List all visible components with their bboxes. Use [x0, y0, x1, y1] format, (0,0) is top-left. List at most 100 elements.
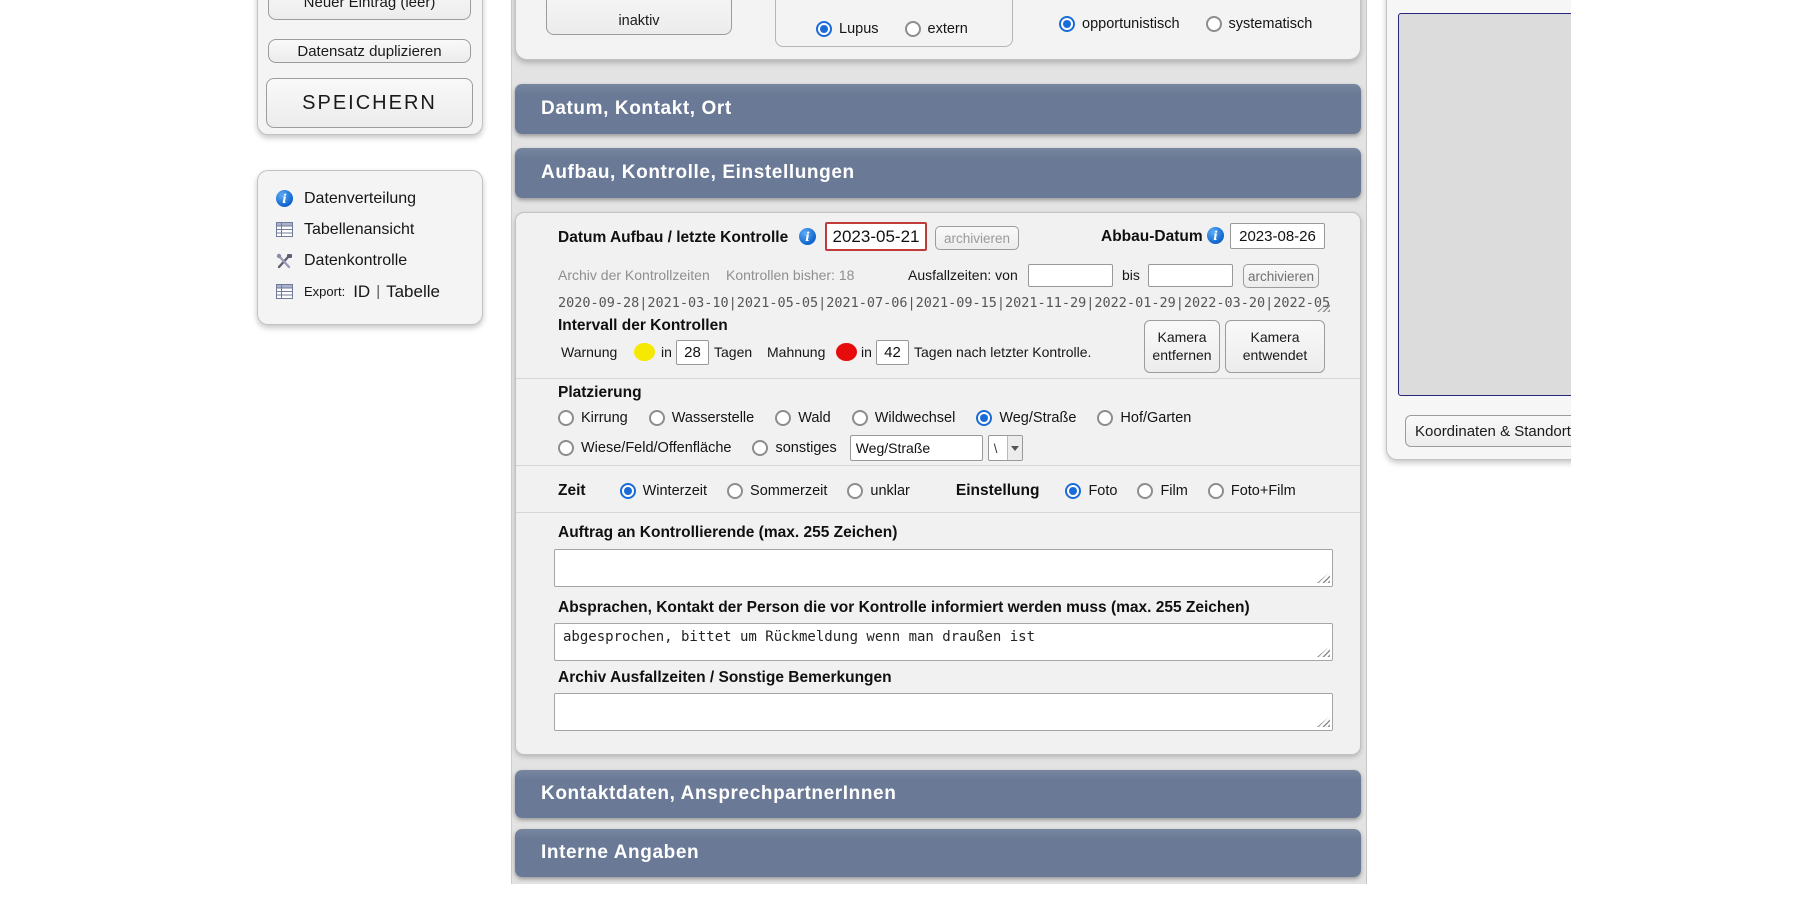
duplicate-record-button[interactable]: Datensatz duplizieren [268, 39, 471, 63]
teardown-date-input[interactable] [1230, 223, 1325, 249]
foto-label: Foto [1088, 483, 1117, 499]
absprachen-textarea-wrap: abgesprochen, bittet um Rückmeldung wenn… [554, 623, 1333, 661]
menu-item-tabellenansicht[interactable]: Tabellenansicht [276, 214, 482, 245]
kirrung-radio[interactable] [558, 410, 574, 426]
interval-title: Intervall der Kontrollen [558, 317, 728, 335]
menu-label: Datenkontrolle [304, 252, 407, 270]
section-bar-label: Interne Angaben [541, 842, 699, 864]
export-table-link[interactable]: Tabelle [386, 282, 440, 302]
archiv-textarea-wrap [554, 693, 1333, 731]
tools-icon [276, 253, 293, 269]
placement-dropdown[interactable]: \ [988, 435, 1023, 461]
inactive-button[interactable]: inaktiv [546, 0, 732, 35]
warning-days-input[interactable] [676, 340, 709, 365]
sommerzeit-radio[interactable] [727, 483, 743, 499]
section-bar-label: Aufbau, Kontrolle, Einstellungen [541, 162, 855, 184]
option-wildwechsel: Wildwechsel [852, 410, 956, 426]
downtime-from-label: Ausfallzeiten: von [908, 267, 1018, 283]
kirrung-label: Kirrung [581, 410, 628, 426]
info-icon[interactable] [799, 228, 816, 245]
coordinates-location-button[interactable]: Koordinaten & Standort [1405, 415, 1571, 447]
export-id-link[interactable]: ID [353, 282, 370, 302]
menu-label: Datenverteilung [304, 190, 416, 208]
placement-row-2: Wiese/Feld/Offenfläche sonstiges \ [558, 435, 1023, 461]
section-bar-aufbau[interactable]: Aufbau, Kontrolle, Einstellungen [515, 148, 1361, 198]
app-viewport: Neuer Eintrag (leer) Datensatz duplizier… [0, 0, 1571, 902]
reminder-days-input[interactable] [876, 340, 909, 365]
section-bar-label: Kontaktdaten, AnsprechpartnerInnen [541, 783, 896, 805]
absprachen-textarea[interactable]: abgesprochen, bittet um Rückmeldung wenn… [554, 623, 1333, 661]
section-bar-interne-angaben[interactable]: Interne Angaben [515, 829, 1361, 877]
archive-date-button[interactable]: archivieren [935, 226, 1019, 250]
auftrag-label: Auftrag an Kontrollierende (max. 255 Zei… [558, 524, 897, 542]
downtime-bis-label: bis [1122, 267, 1140, 283]
control-archive-link[interactable]: Archiv der Kontrollzeiten [558, 267, 710, 283]
wildwechsel-radio[interactable] [852, 410, 868, 426]
save-button[interactable]: SPEICHERN [266, 78, 473, 128]
option-foto: Foto [1065, 483, 1117, 499]
lupus-radio[interactable] [816, 21, 832, 37]
placement-row-1: Kirrung Wasserstelle Wald Wildwechsel We… [558, 410, 1191, 426]
option-foto-film: Foto+Film [1208, 483, 1296, 499]
auftrag-textarea-wrap [554, 549, 1333, 587]
opportunistisch-radio[interactable] [1059, 16, 1075, 32]
downtime-from-input[interactable] [1028, 264, 1113, 287]
export-prefix: Export: [304, 284, 345, 299]
film-label: Film [1160, 483, 1187, 499]
camera-remove-button[interactable]: Kamera entfernen [1144, 320, 1220, 373]
foto-radio[interactable] [1065, 483, 1081, 499]
zeit-label: Zeit [558, 482, 586, 500]
export-separator: | [376, 283, 380, 300]
map-panel: Koordinaten & Standort [1386, 0, 1571, 460]
option-sonstiges: sonstiges [752, 440, 836, 456]
wiese-feld-radio[interactable] [558, 440, 574, 456]
option-systematisch: systematisch [1206, 16, 1313, 32]
downtime-to-input[interactable] [1148, 264, 1233, 287]
hof-garten-radio[interactable] [1097, 410, 1113, 426]
reminder-status-dot [836, 343, 857, 361]
wiese-feld-label: Wiese/Feld/Offenfläche [581, 440, 731, 456]
section-bar-kontaktdaten[interactable]: Kontaktdaten, AnsprechpartnerInnen [515, 770, 1361, 818]
placement-text-input[interactable] [850, 435, 983, 461]
option-film: Film [1137, 483, 1187, 499]
extern-radio[interactable] [905, 21, 921, 37]
sommerzeit-label: Sommerzeit [750, 483, 827, 499]
auftrag-textarea[interactable] [554, 549, 1333, 587]
lupus-label: Lupus [839, 21, 879, 37]
info-icon[interactable] [1207, 227, 1224, 244]
control-dates-box: 2020-09-28|2021-03-10|2021-05-05|2021-07… [558, 292, 1330, 314]
option-winterzeit: Winterzeit [620, 483, 707, 499]
new-entry-button[interactable]: Neuer Eintrag (leer) [268, 0, 471, 20]
archive-downtime-button[interactable]: archivieren [1243, 264, 1319, 288]
aufbau-content-panel: Datum Aufbau / letzte Kontrolle archivie… [515, 212, 1361, 755]
info-icon [276, 190, 293, 207]
wald-radio[interactable] [775, 410, 791, 426]
hof-garten-label: Hof/Garten [1120, 410, 1191, 426]
menu-item-datenkontrolle[interactable]: Datenkontrolle [276, 245, 482, 276]
unklar-label: unklar [870, 483, 910, 499]
archiv-textarea[interactable] [554, 693, 1333, 731]
film-radio[interactable] [1137, 483, 1153, 499]
option-opportunistisch: opportunistisch [1059, 16, 1180, 32]
setup-date-input[interactable] [825, 222, 927, 251]
absprachen-label: Absprachen, Kontakt der Person die vor K… [558, 599, 1250, 617]
controls-count: Kontrollen bisher: 18 [726, 267, 854, 283]
systematisch-label: systematisch [1229, 16, 1313, 32]
winterzeit-radio[interactable] [620, 483, 636, 499]
placement-title: Platzierung [558, 384, 642, 402]
sonstiges-radio[interactable] [752, 440, 768, 456]
wasserstelle-radio[interactable] [649, 410, 665, 426]
wasserstelle-label: Wasserstelle [672, 410, 754, 426]
section-bar-datum-kontakt-ort[interactable]: Datum, Kontakt, Ort [515, 84, 1361, 134]
foto-film-radio[interactable] [1208, 483, 1224, 499]
systematisch-radio[interactable] [1206, 16, 1222, 32]
unklar-radio[interactable] [847, 483, 863, 499]
wald-label: Wald [798, 410, 831, 426]
weg-strasse-radio[interactable] [976, 410, 992, 426]
menu-item-datenverteilung[interactable]: Datenverteilung [276, 183, 482, 214]
camera-stolen-button[interactable]: Kamera entwendet [1225, 320, 1325, 373]
divider [516, 512, 1360, 514]
option-extern: extern [905, 21, 968, 37]
tools-menu-panel: Datenverteilung Tabellenansicht Datenkon… [257, 170, 483, 325]
tagen-label: Tagen [714, 344, 752, 360]
